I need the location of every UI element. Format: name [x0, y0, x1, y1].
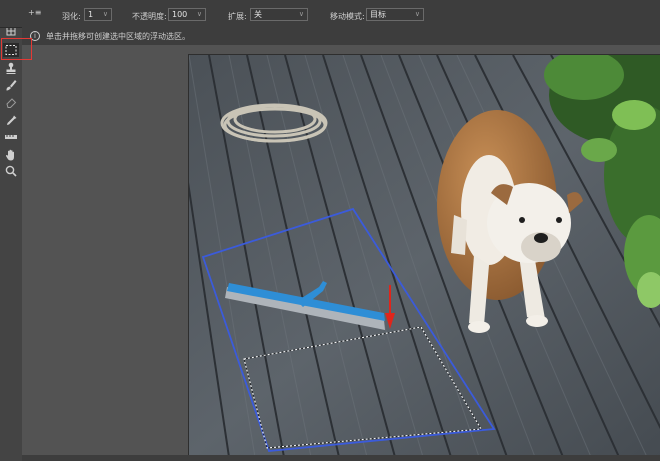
chevron-down-icon: ∨	[102, 10, 108, 18]
ruler-icon	[5, 135, 17, 139]
stamp-icon	[6, 62, 16, 74]
status-bar	[22, 455, 660, 461]
feather-input[interactable]: 1 ∨	[84, 8, 112, 21]
stamp-tool[interactable]	[3, 61, 19, 75]
hint-bar: i 单击并拖移可创建选中区域的浮动选区。	[22, 27, 660, 45]
move-mode-value: 目标	[370, 10, 386, 19]
marquee-tool-highlight	[1, 38, 32, 60]
move-mode-label: 移动模式:	[330, 12, 365, 21]
hand-tool[interactable]	[3, 148, 19, 162]
hint-text: 单击并拖移可创建选中区域的浮动选区。	[46, 32, 190, 41]
eyedropper-tool[interactable]	[3, 113, 19, 127]
ruler-tool[interactable]	[3, 130, 19, 144]
diffuse-value: 关	[254, 10, 262, 19]
brush-icon	[6, 80, 17, 91]
feather-value: 1	[88, 10, 94, 19]
document-canvas[interactable]	[188, 54, 660, 457]
opacity-value: 100	[172, 10, 188, 19]
zoom-tool[interactable]	[3, 164, 19, 178]
opacity-input[interactable]: 100 ∨	[168, 8, 206, 21]
eyedropper-icon	[7, 115, 17, 125]
selection-mode-icon[interactable]: +≡	[28, 8, 41, 17]
chevron-down-icon: ∨	[298, 10, 304, 18]
chevron-down-icon: ∨	[414, 10, 420, 18]
chevron-down-icon: ∨	[196, 10, 202, 18]
opacity-label: 不透明度:	[132, 12, 167, 21]
brush-tool[interactable]	[3, 78, 19, 92]
tools-panel	[0, 0, 23, 461]
diffuse-label: 扩展:	[228, 12, 247, 21]
zoom-icon	[5, 165, 17, 177]
move-mode-select[interactable]: 目标 ∨	[366, 8, 424, 21]
eraser-icon	[6, 98, 17, 108]
hand-icon	[5, 149, 14, 161]
diffuse-select[interactable]: 关 ∨	[250, 8, 308, 21]
options-bar: +≡ 羽化: 1 ∨ 不透明度: 100 ∨ 扩展: 关 ∨ 移动模式: 目标 ∨	[0, 0, 660, 28]
eraser-tool[interactable]	[3, 96, 19, 110]
photo	[189, 55, 660, 457]
feather-label: 羽化:	[62, 12, 81, 21]
